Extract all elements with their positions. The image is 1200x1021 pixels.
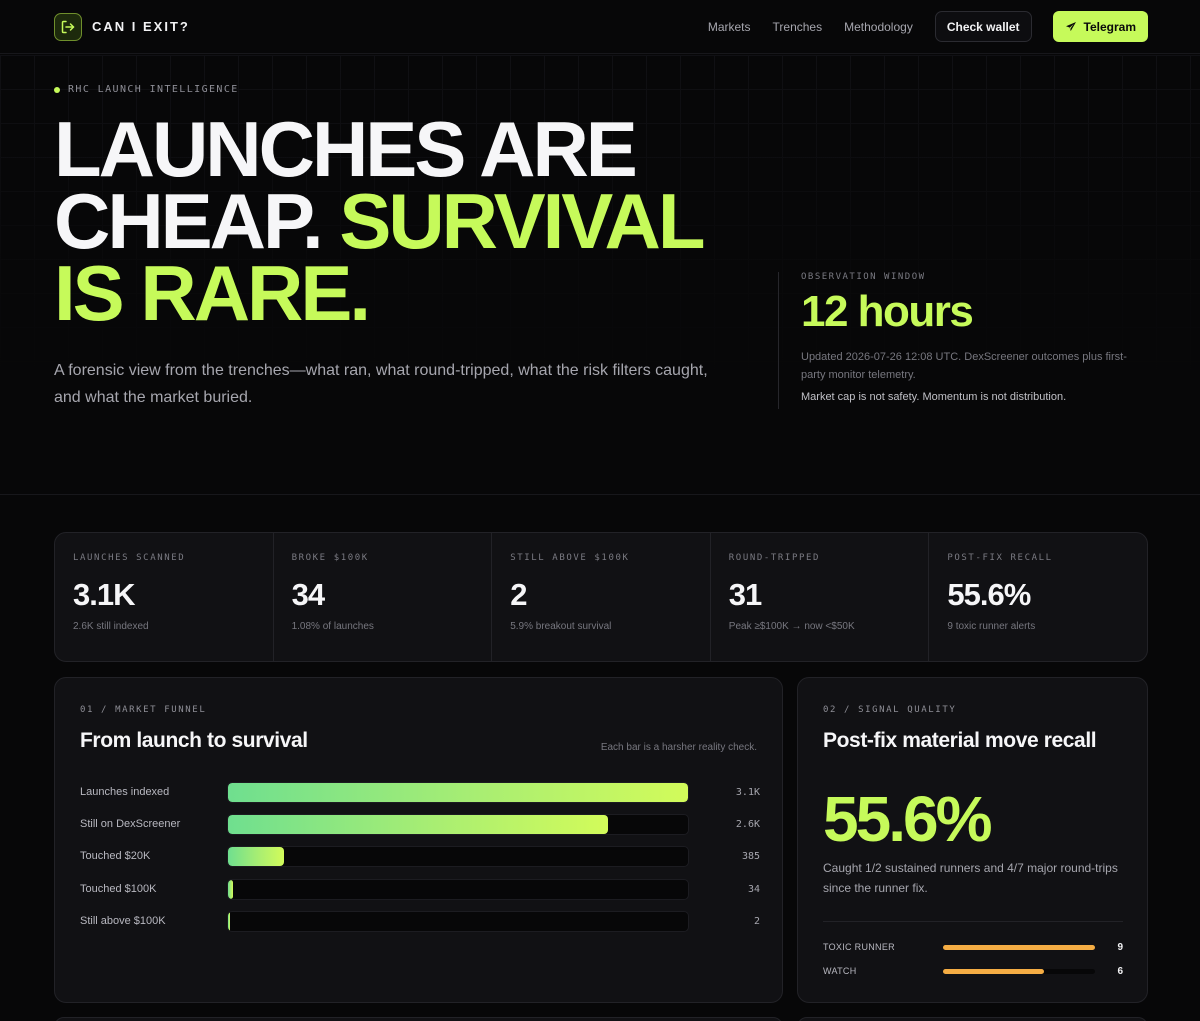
paper-plane-icon	[1065, 21, 1076, 31]
telegram-label: Telegram	[1083, 19, 1136, 34]
funnel-row: Still on DexScreener 2.6K	[80, 813, 760, 835]
funnel-label: Touched $100K	[80, 883, 157, 895]
funnel-bar-track	[227, 878, 689, 900]
status-dot-icon	[54, 86, 60, 93]
signal-bar-track	[943, 968, 1095, 974]
observation-note: Market cap is not safety. Momentum is no…	[801, 391, 1067, 403]
nav-actions: Markets Trenches Methodology Check walle…	[708, 11, 1148, 42]
hero-headline: LAUNCHES ARE CHEAP. SURVIVAL IS RARE.	[54, 105, 774, 337]
funnel-bar	[228, 911, 230, 931]
signal-bar	[943, 968, 1044, 974]
market-funnel-card: 01 / MARKET FUNNEL From launch to surviv…	[54, 677, 783, 1003]
signal-row-toxic-runner: TOXIC RUNNER 9	[823, 940, 1123, 954]
brand[interactable]: CAN I EXIT?	[54, 12, 190, 41]
signal-description: Caught 1/2 sustained runners and 4/7 maj…	[823, 861, 1118, 895]
observation-value: 12 hours	[801, 287, 974, 336]
signal-row-value: 9	[1117, 941, 1123, 953]
stat-value: 34	[291, 577, 325, 612]
next-card-left	[54, 1017, 783, 1021]
stat-label: BROKE $100K	[291, 553, 369, 563]
funnel-value: 385	[741, 850, 760, 862]
funnel-value: 2	[753, 915, 760, 927]
hero-eyebrow-text: RHC LAUNCH INTELLIGENCE	[68, 84, 239, 95]
observation-window: OBSERVATION WINDOW 12 hours Updated 2026…	[778, 272, 1138, 409]
funnel-bar-track	[227, 845, 689, 867]
funnel-bar-track	[227, 781, 689, 803]
hero-eyebrow: RHC LAUNCH INTELLIGENCE	[54, 84, 239, 95]
divider	[823, 921, 1123, 922]
telegram-button[interactable]: Telegram	[1052, 11, 1148, 42]
nav-link-methodology[interactable]: Methodology	[844, 20, 913, 34]
hero-subtitle: A forensic view from the trenches—what r…	[54, 362, 708, 406]
signal-recall-value: 55.6%	[823, 783, 992, 855]
signal-eyebrow: 02 / SIGNAL QUALITY	[823, 705, 957, 715]
funnel-bar-track	[227, 910, 689, 932]
headline-survival: SURVIVAL	[339, 177, 705, 265]
brand-name: CAN I EXIT?	[92, 19, 190, 34]
signal-row-label: WATCH	[823, 966, 857, 976]
headline-line-2: CHEAP. SURVIVAL	[54, 182, 774, 260]
funnel-row: Still above $100K 2	[80, 910, 760, 932]
funnel-bar	[228, 879, 233, 899]
funnel-label: Touched $20K	[80, 850, 151, 862]
signal-row-value: 6	[1117, 965, 1123, 977]
check-wallet-button[interactable]: Check wallet	[934, 11, 1032, 42]
stat-sub: Peak ≥$100K → now <$50K	[728, 621, 855, 632]
stat-post-fix-recall: POST-FIX RECALL 55.6% 9 toxic runner ale…	[929, 533, 1147, 661]
funnel-value: 2.6K	[735, 818, 760, 830]
signal-row-watch: WATCH 6	[823, 964, 1123, 978]
funnel-label: Launches indexed	[80, 786, 170, 798]
funnel-row: Touched $100K 34	[80, 878, 760, 900]
funnel-bar	[228, 814, 608, 834]
funnel-bar	[228, 782, 688, 802]
stat-label: STILL ABOVE $100K	[510, 553, 630, 563]
funnel-bar-track	[227, 813, 689, 835]
nav-link-markets[interactable]: Markets	[708, 20, 751, 34]
signal-bar	[943, 944, 1095, 950]
observation-updated: Updated 2026-07-26 12:08 UTC. DexScreene…	[801, 351, 1127, 381]
stat-round-tripped: ROUND-TRIPPED 31 Peak ≥$100K → now <$50K	[711, 533, 930, 661]
observation-label: OBSERVATION WINDOW	[801, 272, 926, 282]
signal-quality-card: 02 / SIGNAL QUALITY Post-fix material mo…	[797, 677, 1148, 1003]
exit-icon	[54, 12, 82, 41]
funnel-title: From launch to survival	[80, 729, 308, 752]
funnel-row: Touched $20K 385	[80, 845, 760, 867]
headline-line-1: LAUNCHES ARE	[54, 105, 638, 193]
nav-link-trenches[interactable]: Trenches	[773, 20, 823, 34]
stat-label: ROUND-TRIPPED	[728, 553, 821, 563]
stat-sub: 1.08% of launches	[291, 621, 374, 632]
stat-value: 55.6%	[947, 577, 1031, 612]
funnel-eyebrow: 01 / MARKET FUNNEL	[80, 705, 207, 715]
stat-launches-scanned: LAUNCHES SCANNED 3.1K 2.6K still indexed	[55, 533, 274, 661]
funnel-value: 34	[747, 883, 760, 895]
signal-bar-track	[943, 944, 1095, 950]
signal-row-label: TOXIC RUNNER	[823, 942, 895, 952]
stat-label: LAUNCHES SCANNED	[73, 553, 186, 563]
stat-sub: 5.9% breakout survival	[510, 621, 612, 632]
funnel-label: Still on DexScreener	[80, 818, 181, 830]
stat-sub: 2.6K still indexed	[73, 621, 149, 632]
next-card-right	[797, 1017, 1148, 1021]
stat-broke-100k: BROKE $100K 34 1.08% of launches	[274, 533, 493, 661]
signal-title: Post-fix material move recall	[823, 729, 1097, 752]
stat-value: 2	[510, 577, 527, 612]
funnel-label: Still above $100K	[80, 915, 166, 927]
funnel-row: Launches indexed 3.1K	[80, 781, 760, 803]
hero-section: RHC LAUNCH INTELLIGENCE LAUNCHES ARE CHE…	[0, 55, 1200, 495]
funnel-hint: Each bar is a harsher reality check.	[600, 742, 757, 753]
stat-still-above-100k: STILL ABOVE $100K 2 5.9% breakout surviv…	[492, 533, 711, 661]
stat-value: 3.1K	[73, 577, 135, 612]
top-nav: CAN I EXIT? Markets Trenches Methodology…	[0, 0, 1200, 54]
funnel-bar	[228, 846, 284, 866]
stats-strip: LAUNCHES SCANNED 3.1K 2.6K still indexed…	[54, 532, 1148, 662]
headline-line-3: IS RARE.	[54, 249, 371, 337]
funnel-value: 3.1K	[735, 786, 760, 798]
stat-value: 31	[728, 577, 762, 612]
stat-sub: 9 toxic runner alerts	[947, 621, 1036, 632]
stat-label: POST-FIX RECALL	[947, 553, 1053, 563]
